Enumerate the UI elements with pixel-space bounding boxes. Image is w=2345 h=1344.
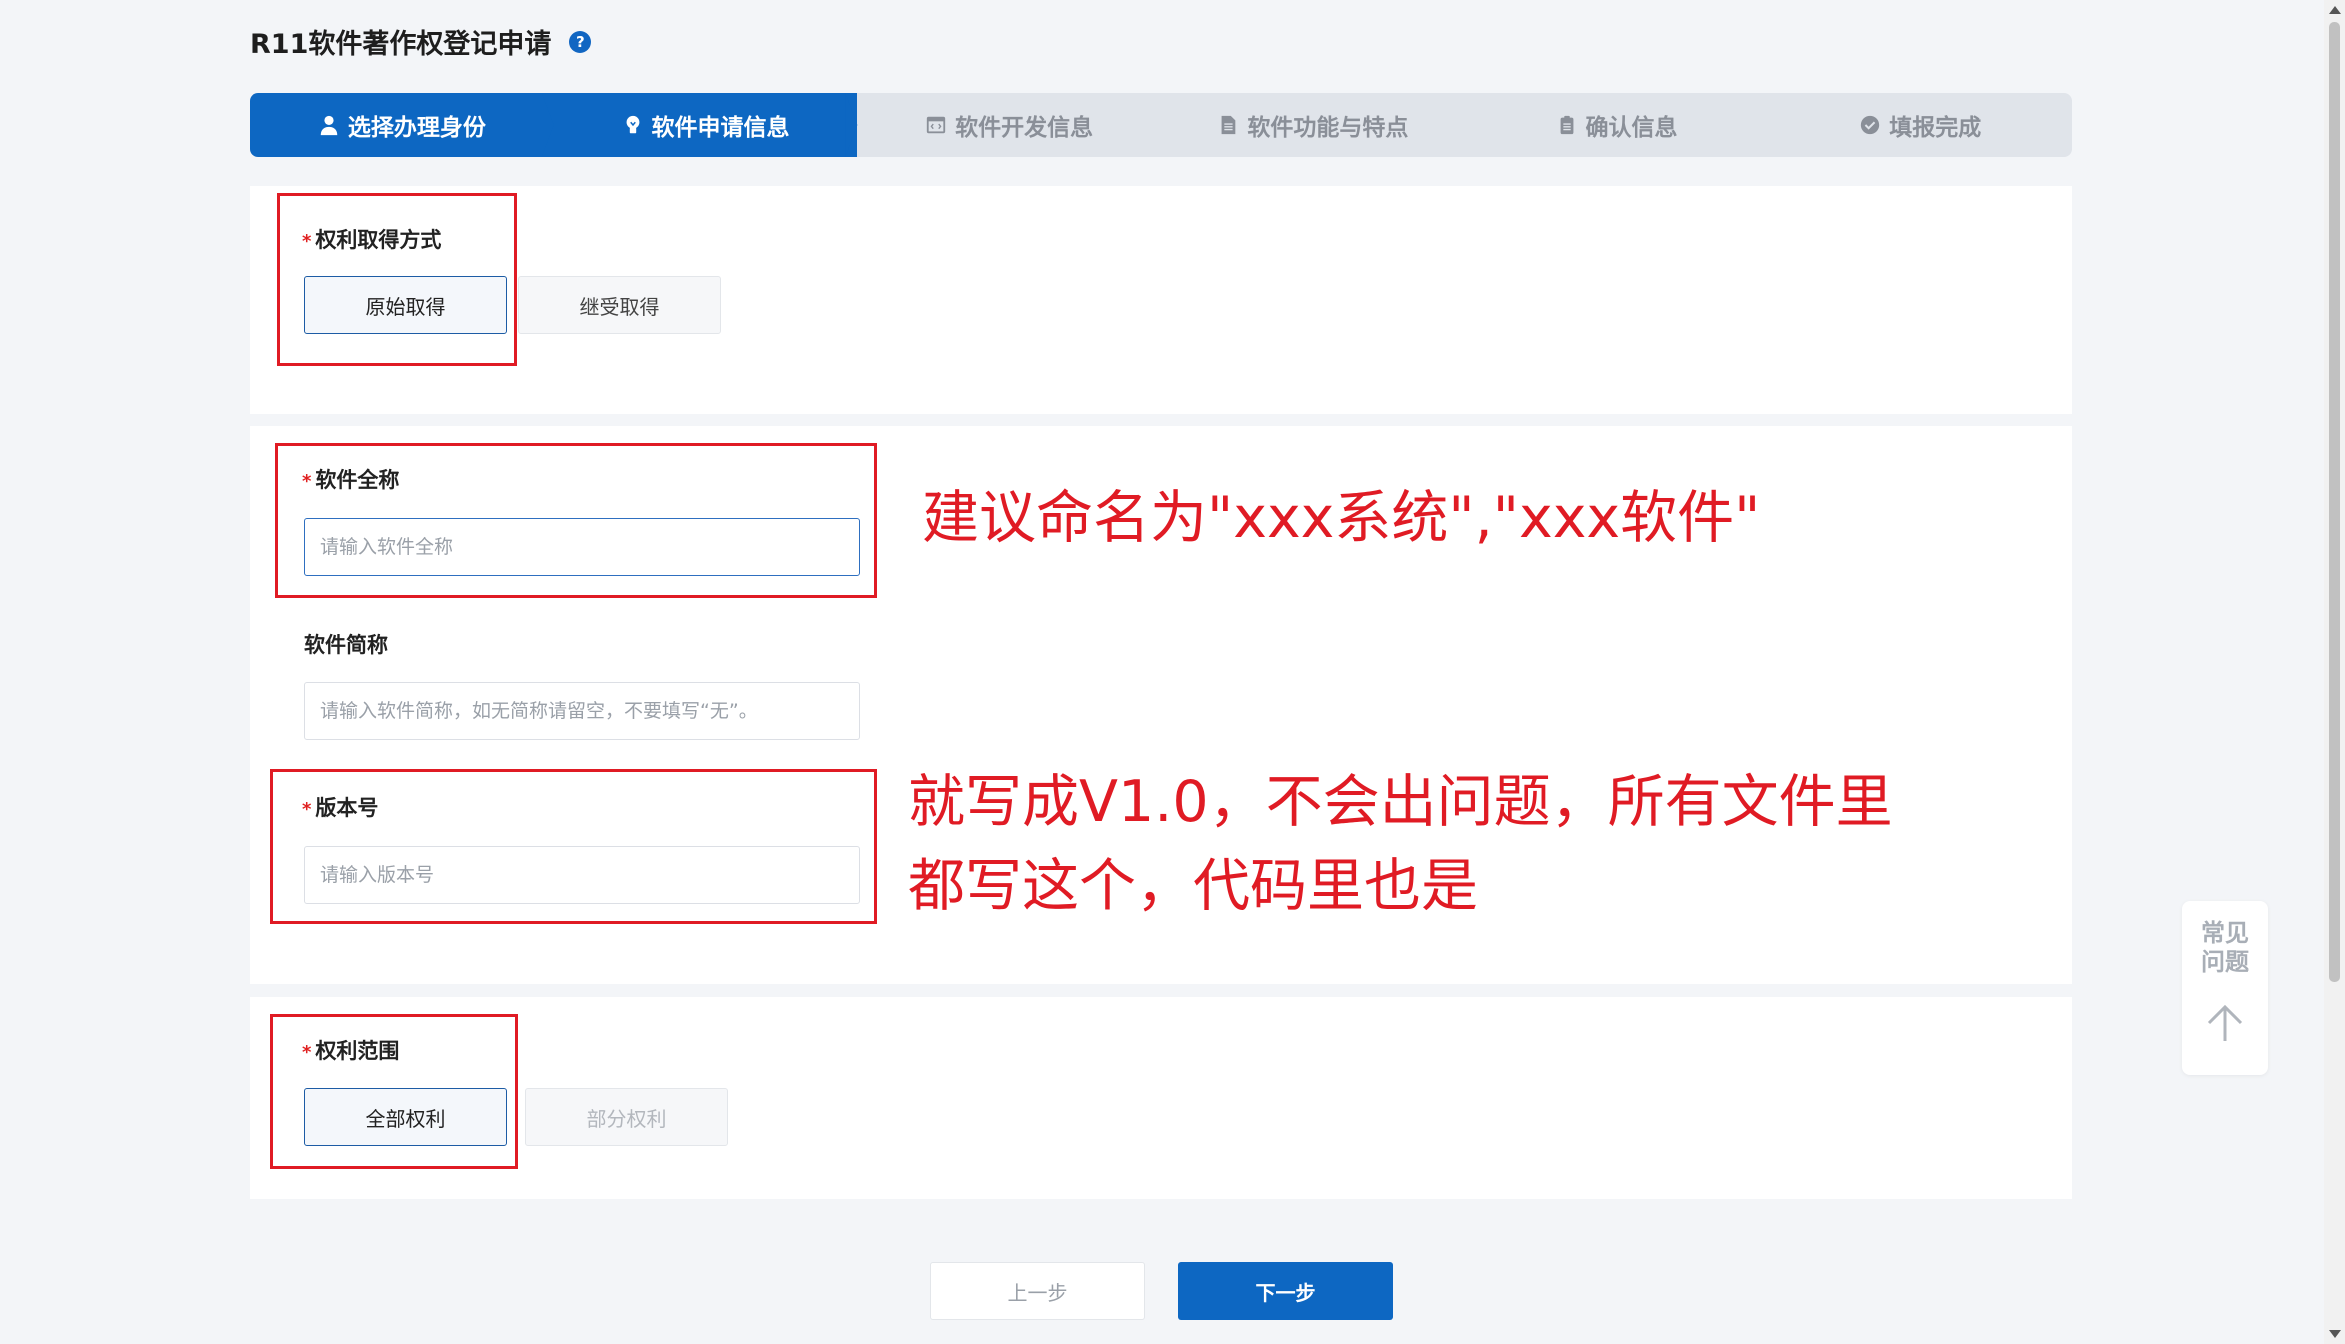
page-title-text: R11软件著作权登记申请	[250, 29, 552, 60]
step-software-features[interactable]: 软件功能与特点	[1161, 93, 1465, 157]
step-completed[interactable]: 填报完成	[1768, 93, 2072, 157]
rights-scope-card: * 权利范围 全部权利 部分权利	[250, 997, 2072, 1199]
scroll-down-arrow-icon[interactable]	[2329, 1330, 2341, 1338]
vertical-scrollbar[interactable]	[2324, 0, 2345, 1344]
scroll-up-arrow-icon[interactable]	[2329, 6, 2341, 14]
check-circle-icon	[1861, 115, 1880, 135]
step-software-application-info[interactable]: 软件申请信息	[553, 93, 858, 157]
help-icon[interactable]: ?	[569, 30, 592, 53]
step-label: 软件申请信息	[651, 115, 790, 141]
annotation-version-hint-line2: 都写这个，代码里也是	[908, 853, 1478, 919]
annotation-name-hint: 建议命名为"xxx系统","xxx软件"	[922, 485, 1761, 551]
annotation-box-version	[270, 769, 877, 924]
next-step-button[interactable]: 下一步	[1178, 1262, 1393, 1320]
annotation-box-full-name	[275, 443, 877, 598]
software-short-name-input[interactable]	[304, 682, 860, 740]
annotation-box-rights-acquisition	[277, 193, 517, 366]
bulb-icon	[626, 115, 639, 134]
faq-label: 常见问题	[2201, 919, 2249, 976]
step-label: 软件功能与特点	[1247, 115, 1409, 141]
step-label: 填报完成	[1889, 115, 1982, 141]
step-select-identity[interactable]: 选择办理身份	[250, 93, 554, 157]
prev-step-button[interactable]: 上一步	[930, 1262, 1145, 1320]
clipboard-icon	[1560, 115, 1573, 135]
page-title: R11软件著作权登记申请 ?	[250, 22, 592, 61]
option-inherited-acquisition[interactable]: 继受取得	[518, 276, 721, 334]
step-progress-bar: 选择办理身份 软件申请信息 软件开发信息 软件功能与特点 确认信息 填报完成	[250, 93, 2072, 157]
option-partial-rights[interactable]: 部分权利	[525, 1088, 728, 1146]
step-confirm-info[interactable]: 确认信息	[1465, 93, 1769, 157]
step-label: 确认信息	[1585, 115, 1678, 141]
code-window-icon	[927, 116, 946, 134]
user-icon	[320, 115, 338, 136]
arrow-up-icon[interactable]	[2203, 1001, 2247, 1045]
document-icon	[1221, 115, 1236, 135]
faq-widget[interactable]: 常见问题	[2182, 901, 2268, 1075]
annotation-box-rights-scope	[270, 1014, 518, 1169]
step-label: 软件开发信息	[955, 115, 1094, 141]
software-short-name-label: 软件简称	[304, 633, 388, 657]
step-label: 选择办理身份	[347, 115, 486, 141]
annotation-version-hint-line1: 就写成V1.0，不会出问题，所有文件里	[908, 769, 1893, 835]
rights-acquisition-card: * 权利取得方式 原始取得 继受取得	[250, 186, 2072, 414]
scroll-thumb[interactable]	[2329, 22, 2340, 982]
step-software-development-info[interactable]: 软件开发信息	[857, 93, 1161, 157]
